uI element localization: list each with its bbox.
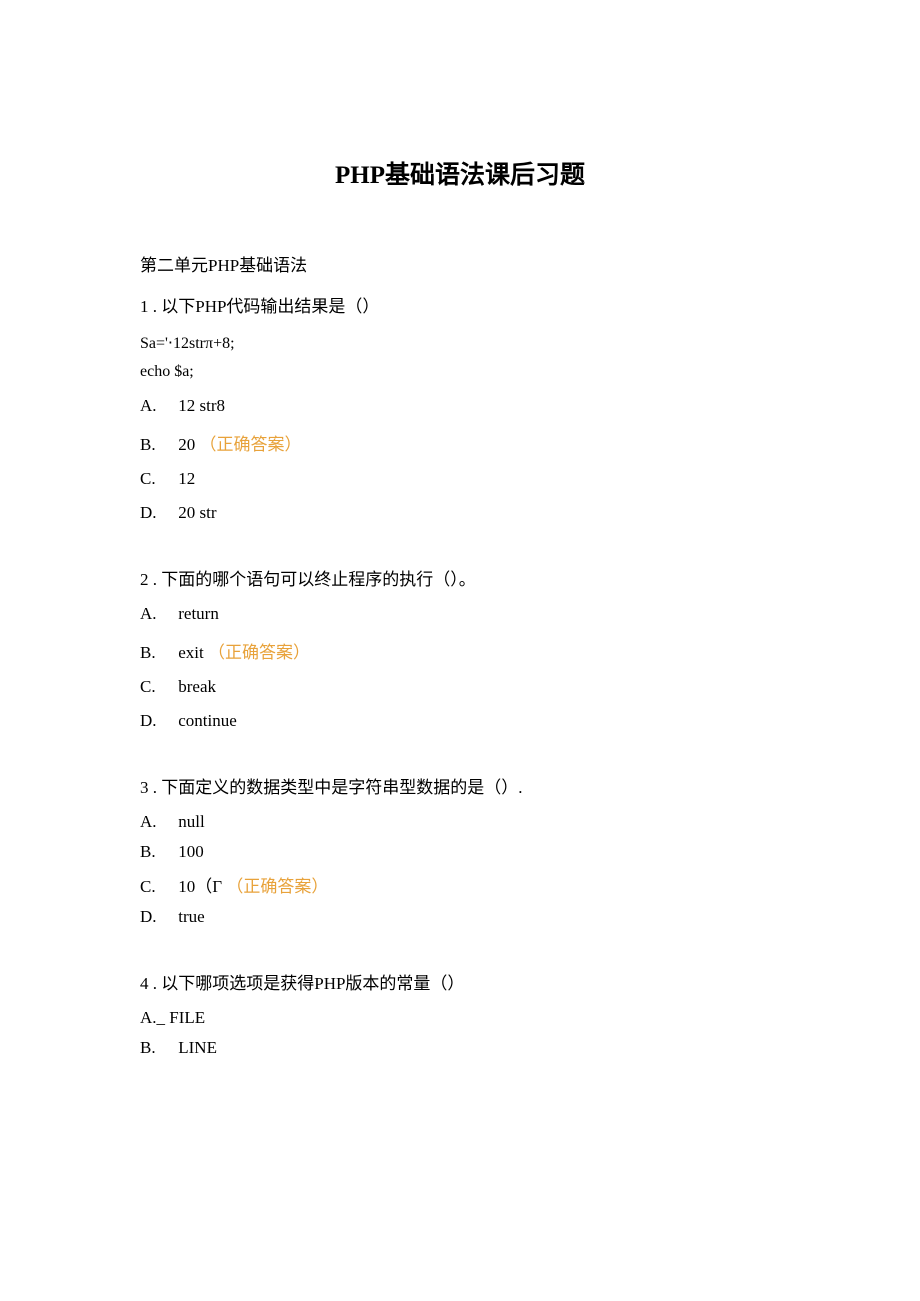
option-letter: A._ — [140, 1008, 165, 1027]
option-text: 20 — [178, 435, 195, 454]
option-letter: D. — [140, 503, 174, 523]
correct-answer-label: （正确答案） — [200, 435, 302, 454]
option-text: null — [178, 812, 204, 831]
option-text: true — [178, 907, 204, 926]
option-text: continue — [178, 711, 237, 730]
option-letter: C. — [140, 677, 174, 697]
question-2-header: 2 . 下面的哪个语句可以终止程序的执行（）。 — [140, 565, 780, 590]
option-letter: A. — [140, 812, 174, 832]
question-2: 2 . 下面的哪个语句可以终止程序的执行（）。 A. return B. exi… — [140, 565, 780, 731]
question-3-option-b: B. 100 — [140, 842, 780, 862]
question-3: 3 . 下面定义的数据类型中是字符串型数据的是（）. A. null B. 10… — [140, 773, 780, 927]
option-letter: B. — [140, 1038, 174, 1058]
option-letter: C. — [140, 877, 174, 897]
question-4-option-b: B. LINE — [140, 1038, 780, 1058]
question-2-option-a: A. return — [140, 604, 780, 624]
question-2-option-c: C. break — [140, 677, 780, 697]
option-text: break — [178, 677, 216, 696]
option-text: return — [178, 604, 219, 623]
question-1-code-2: echo $a; — [140, 359, 780, 385]
question-3-option-a: A. null — [140, 812, 780, 832]
option-letter: A. — [140, 604, 174, 624]
question-3-header: 3 . 下面定义的数据类型中是字符串型数据的是（）. — [140, 773, 780, 798]
option-text: exit — [178, 643, 204, 662]
question-2-option-b: B. exit （正确答案） — [140, 638, 780, 663]
option-text: 10（Γ — [178, 877, 222, 896]
question-1-header: 1 . 以下PHP代码输出结果是（） — [140, 292, 780, 317]
option-text: LINE — [178, 1038, 217, 1057]
option-letter: D. — [140, 711, 174, 731]
option-letter: B. — [140, 435, 174, 455]
question-1: 1 . 以下PHP代码输出结果是（） Sa='⋅12strπ+8; echo $… — [140, 292, 780, 523]
question-4: 4 . 以下哪项选项是获得PHP版本的常量（） A._ FILE B. LINE — [140, 969, 780, 1058]
option-text: 100 — [178, 842, 204, 861]
option-text: 20 str — [178, 503, 216, 522]
option-letter: A. — [140, 396, 174, 416]
correct-answer-label: （正确答案） — [208, 643, 310, 662]
option-text: 12 — [178, 469, 195, 488]
option-letter: B. — [140, 643, 174, 663]
question-3-option-d: D. true — [140, 907, 780, 927]
question-1-option-d: D. 20 str — [140, 503, 780, 523]
question-1-option-c: C. 12 — [140, 469, 780, 489]
option-letter: D. — [140, 907, 174, 927]
question-1-option-a: A. 12 str8 — [140, 396, 780, 416]
question-3-option-c: C. 10（Γ （正确答案） — [140, 872, 780, 897]
question-4-option-a: A._ FILE — [140, 1008, 780, 1028]
correct-answer-label: （正确答案） — [226, 877, 328, 896]
question-2-option-d: D. continue — [140, 711, 780, 731]
option-letter: C. — [140, 469, 174, 489]
option-letter: B. — [140, 842, 174, 862]
question-4-header: 4 . 以下哪项选项是获得PHP版本的常量（） — [140, 969, 780, 994]
document-title: PHP基础语法课后习题 — [140, 155, 780, 191]
option-text: 12 str8 — [178, 396, 225, 415]
question-1-code-1: Sa='⋅12strπ+8; — [140, 331, 780, 357]
document-subtitle: 第二单元PHP基础语法 — [140, 251, 780, 276]
option-text: FILE — [165, 1008, 205, 1027]
question-1-option-b: B. 20 （正确答案） — [140, 430, 780, 455]
